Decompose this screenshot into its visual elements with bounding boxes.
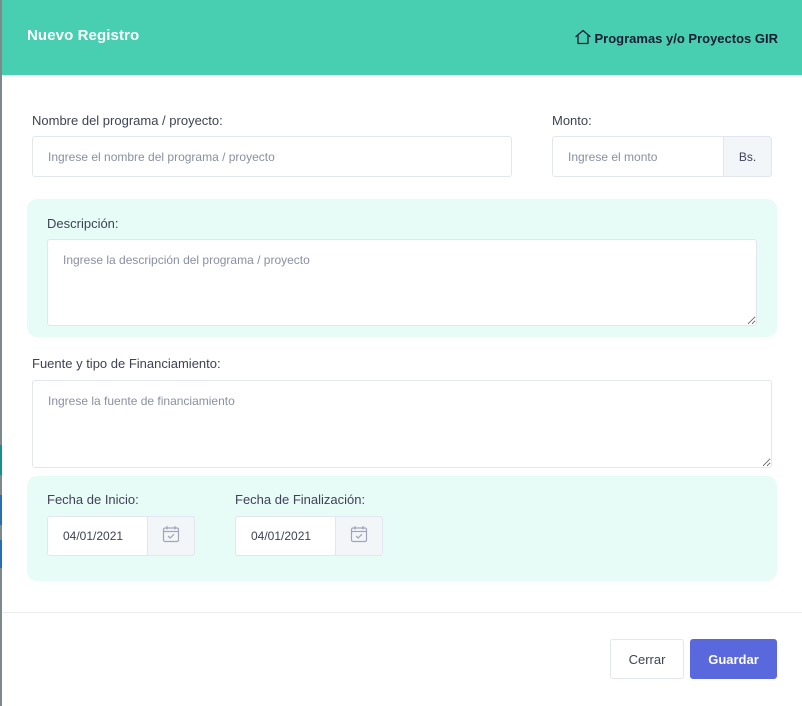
fecha-fin-picker: 04/01/2021 xyxy=(235,516,383,556)
nombre-label: Nombre del programa / proyecto: xyxy=(32,113,223,128)
home-outline-icon xyxy=(574,29,594,48)
fecha-inicio-input[interactable]: 04/01/2021 xyxy=(47,516,147,556)
fecha-inicio-calendar-button[interactable] xyxy=(147,516,195,556)
currency-addon: Bs. xyxy=(723,136,772,177)
nombre-input[interactable] xyxy=(32,136,512,177)
fecha-inicio-picker: 04/01/2021 xyxy=(47,516,195,556)
fecha-fin-calendar-button[interactable] xyxy=(335,516,383,556)
modal-header: Nuevo Registro Programas y/o Proyectos G… xyxy=(2,0,802,75)
footer-divider xyxy=(2,612,802,613)
module-label: Programas y/o Proyectos GIR xyxy=(594,31,778,46)
descripcion-textarea[interactable] xyxy=(47,239,757,326)
module-breadcrumb: Programas y/o Proyectos GIR xyxy=(574,29,778,48)
fecha-fin-label: Fecha de Finalización: xyxy=(235,492,366,507)
monto-input[interactable] xyxy=(552,136,724,177)
modal-title: Nuevo Registro xyxy=(27,27,140,44)
fuente-label: Fuente y tipo de Financiamiento: xyxy=(32,356,221,371)
calendar-check-icon xyxy=(350,525,368,548)
new-record-modal: Nuevo Registro Programas y/o Proyectos G… xyxy=(2,0,802,706)
save-button[interactable]: Guardar xyxy=(690,639,777,679)
fecha-fin-input[interactable]: 04/01/2021 xyxy=(235,516,335,556)
monto-label: Monto: xyxy=(552,113,592,128)
fuente-textarea[interactable] xyxy=(32,380,772,468)
close-button[interactable]: Cerrar xyxy=(610,639,684,679)
descripcion-label: Descripción: xyxy=(47,216,119,231)
fecha-inicio-label: Fecha de Inicio: xyxy=(47,492,139,507)
calendar-check-icon xyxy=(162,525,180,548)
